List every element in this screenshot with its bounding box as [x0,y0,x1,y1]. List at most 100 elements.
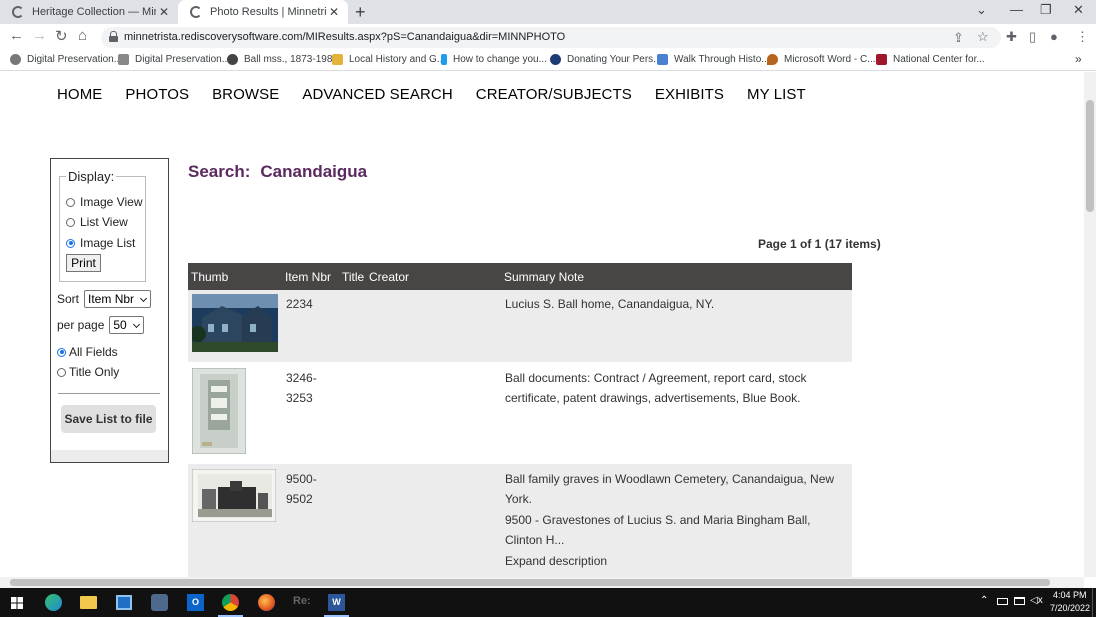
side-panel-icon[interactable]: ▯ [1029,29,1036,45]
horizontal-scroll-thumb[interactable] [10,579,1050,586]
image-list-option[interactable]: Image List [66,236,135,250]
clock-time[interactable]: 4:04 PM [1053,590,1087,600]
nav-browse[interactable]: BROWSE [212,86,279,103]
house-photo-thumbnail[interactable] [192,294,278,352]
nav-my-list[interactable]: MY LIST [747,86,806,103]
image-list-label: Image List [80,236,136,250]
page-viewport: HOME PHOTOS BROWSE ADVANCED SEARCH CREAT… [0,72,1084,577]
table-row[interactable]: 3246- 3253 Ball documents: Contract / Ag… [188,363,852,464]
display-options-panel: Display: Image View List View Image List… [50,158,169,463]
bookmark-item[interactable]: Digital Preservation... [10,54,122,65]
bookmark-item[interactable]: Donating Your Pers... [550,54,662,65]
bookmark-label: Digital Preservation... [27,54,123,65]
chevron-up-icon[interactable]: ⌃ [980,595,988,606]
list-view-label: List View [80,215,128,229]
list-view-radio[interactable] [66,217,75,227]
bookmark-item[interactable]: Digital Preservation... [118,54,230,65]
re-app-label[interactable]: Re: [293,595,311,607]
more-bookmarks-icon[interactable]: » [1075,52,1082,66]
home-icon[interactable]: ⌂ [78,27,87,44]
image-list-radio[interactable] [66,238,75,248]
back-icon[interactable]: ← [9,27,24,44]
outlook-icon[interactable]: O [187,594,204,611]
table-header: Thumb Item Nbr Title Creator Summary Not… [188,263,852,290]
document-photo-thumbnail[interactable] [192,368,246,454]
expand-description-link[interactable]: Expand description [505,551,850,571]
tab-search-icon[interactable]: ⌄ [976,2,987,18]
profile-icon[interactable]: ● [1050,29,1058,44]
col-thumb[interactable]: Thumb [191,270,228,284]
panel-divider [58,393,160,394]
nav-advanced-search[interactable]: ADVANCED SEARCH [302,86,452,103]
bookmark-item[interactable]: How to change you... [441,54,547,65]
list-view-option[interactable]: List View [66,215,128,229]
col-creator[interactable]: Creator [369,270,409,284]
share-icon[interactable]: ⇪ [953,30,964,46]
nav-exhibits[interactable]: EXHIBITS [655,86,724,103]
archive-icon [876,54,887,65]
extensions-icon[interactable]: ✚ [1006,29,1017,45]
file-explorer-icon[interactable] [80,596,97,609]
title-only-option[interactable]: Title Only [57,365,119,379]
volume-icon[interactable]: ◁x [1030,595,1043,606]
bookmark-item[interactable]: National Center for... [876,54,985,65]
search-heading: Search: Canandaigua [188,162,367,182]
nav-creator-subjects[interactable]: CREATOR/SUBJECTS [476,86,632,103]
chrome-icon[interactable] [222,594,239,611]
close-icon[interactable]: ✕ [326,5,342,19]
address-bar[interactable]: minnetrista.rediscoverysoftware.com/MIRe… [101,27,1001,48]
sort-select[interactable]: Item Nbr [84,290,152,308]
bookmark-item[interactable]: Ball mss., 1873-1981 [227,54,338,65]
image-view-radio[interactable] [66,197,75,207]
bookmark-item[interactable]: Local History and G... [332,54,445,65]
search-label: Search: [188,162,251,181]
col-item-nbr[interactable]: Item Nbr [285,270,331,284]
network-icon[interactable] [1014,597,1025,605]
bookmark-label: Walk Through Histo... [674,54,770,65]
bookmark-star-icon[interactable]: ☆ [977,29,989,45]
bookmark-item[interactable]: Microsoft Word - C... [767,54,876,65]
table-row[interactable]: 9500- 9502 Ball family graves in Woodlaw… [188,464,852,577]
print-button[interactable]: Print [66,254,101,272]
tab-heritage-collection[interactable]: Heritage Collection — Minnetrista ✕ [0,0,178,24]
bookmark-item[interactable]: Walk Through Histo... [657,54,770,65]
col-summary-note[interactable]: Summary Note [504,270,584,284]
tab-photo-results[interactable]: Photo Results | Minnetrista ✕ [178,0,348,24]
image-view-option[interactable]: Image View [66,195,142,209]
word-icon[interactable]: W [328,594,345,611]
firefox-icon[interactable] [258,594,275,611]
windows-start-icon[interactable] [11,597,23,609]
all-fields-radio[interactable] [57,347,66,357]
clock-date[interactable]: 7/20/2022 [1050,603,1090,613]
vertical-scrollbar[interactable] [1084,72,1096,577]
show-desktop-button[interactable] [1092,588,1093,617]
nav-home[interactable]: HOME [57,86,102,103]
search-term: Canandaigua [260,162,368,181]
close-icon[interactable]: ✕ [156,5,172,19]
horizontal-scrollbar[interactable] [0,577,1084,588]
all-fields-option[interactable]: All Fields [57,345,118,359]
restore-icon[interactable]: ❐ [1040,2,1052,18]
window-close-icon[interactable]: ✕ [1073,2,1084,18]
save-list-button[interactable]: Save List to file [61,405,156,433]
title-only-radio[interactable] [57,367,66,377]
cemetery-photo-thumbnail[interactable] [192,469,276,522]
admin-tools-icon[interactable] [151,594,168,611]
minimize-icon[interactable]: — [1010,2,1023,17]
tab-title: Photo Results | Minnetrista [210,6,326,18]
sort-control: Sort Item Nbr [57,290,152,308]
store-icon[interactable] [116,595,132,610]
reload-icon[interactable]: ↻ [55,27,68,45]
forward-icon[interactable]: → [32,27,47,44]
per-page-select[interactable]: 50 [109,316,144,334]
col-title[interactable]: Title [342,270,364,284]
bookmarks-bar: Digital Preservation... Digital Preserva… [0,51,1096,71]
edge-icon[interactable] [45,594,62,611]
menu-icon[interactable]: ⋮ [1076,29,1089,45]
battery-icon[interactable] [997,598,1008,605]
table-row[interactable]: 2234 Lucius S. Ball home, Canandaigua, N… [188,290,852,363]
item-number: 3246- [286,371,317,385]
vertical-scroll-thumb[interactable] [1086,100,1094,212]
nav-photos[interactable]: PHOTOS [125,86,189,103]
new-tab-icon[interactable]: + [355,2,366,23]
